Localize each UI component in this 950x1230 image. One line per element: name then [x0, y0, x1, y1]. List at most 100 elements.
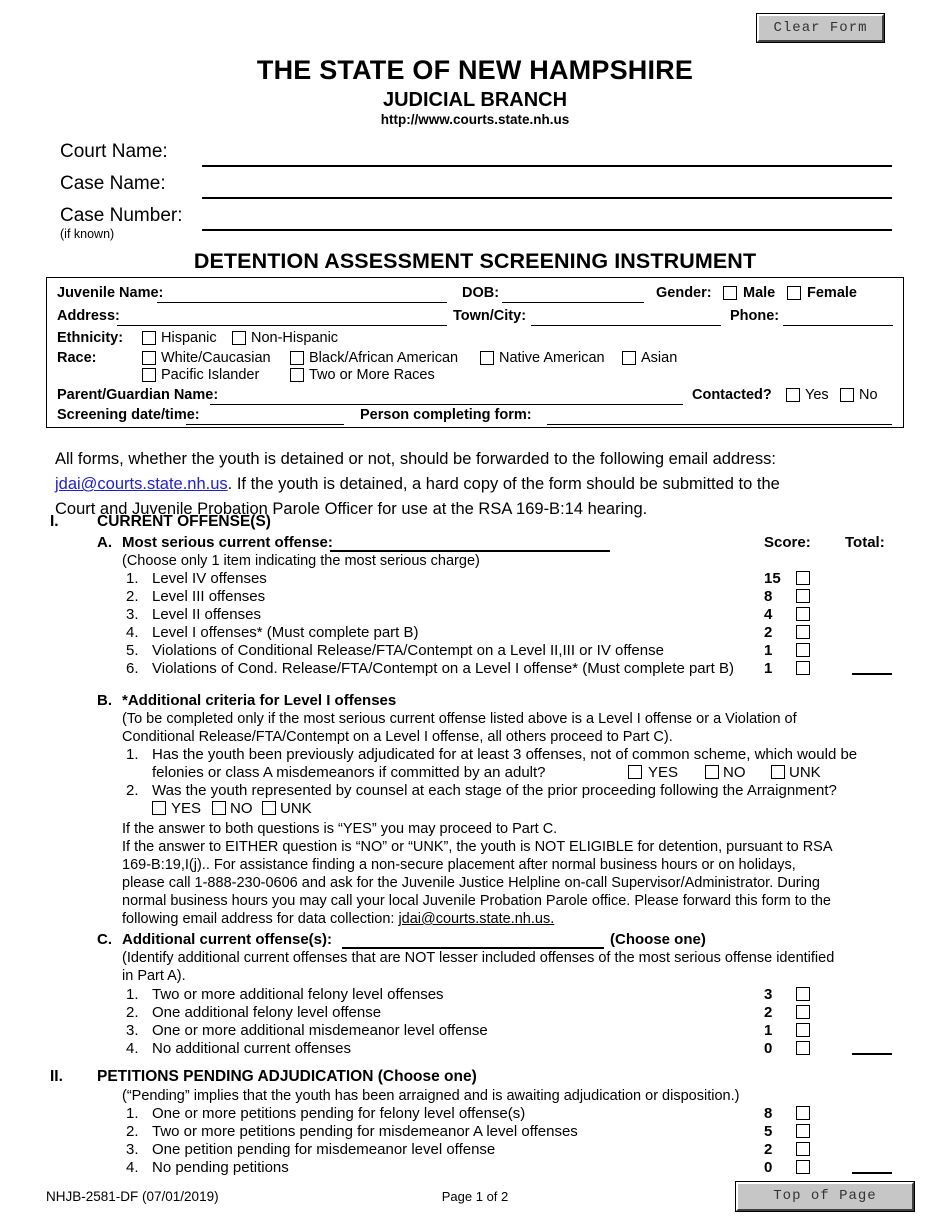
- part-c-item-3-label: One or more additional misdemeanor level…: [152, 1022, 488, 1039]
- part-a-item-5-checkbox[interactable]: [796, 643, 810, 657]
- case-number-sublabel: (if known): [60, 227, 115, 241]
- dob-input[interactable]: [502, 302, 644, 303]
- section-2-title: PETITIONS PENDING ADJUDICATION (Choose o…: [97, 1068, 477, 1085]
- case-number-input[interactable]: [202, 229, 892, 231]
- part-c-item-1-number: 1.: [126, 986, 139, 1003]
- section-2-item-4-checkbox[interactable]: [796, 1160, 810, 1174]
- part-b-para-line-6: following email address for data collect…: [122, 910, 554, 930]
- case-name-input[interactable]: [202, 197, 892, 199]
- clear-form-button[interactable]: Clear Form: [756, 13, 885, 43]
- part-a-item-5-number: 5.: [126, 642, 139, 659]
- part-c-item-2-score: 2: [764, 1004, 773, 1021]
- part-b-para-line-2: If the answer to EITHER question is “NO”…: [122, 839, 833, 855]
- contacted-no-checkbox[interactable]: [840, 388, 854, 402]
- screening-datetime-label: Screening date/time:: [57, 407, 200, 423]
- jdai-email-link[interactable]: jdai@courts.state.nh.us: [55, 475, 228, 493]
- part-a-item-4-number: 4.: [126, 624, 139, 641]
- juvenile-info-box: Juvenile Name: DOB: Gender: Male Female …: [46, 277, 904, 428]
- part-c-title: Additional current offense(s):: [122, 931, 333, 948]
- ethnicity-non-hispanic-checkbox[interactable]: [232, 331, 246, 345]
- address-input[interactable]: [117, 325, 447, 326]
- part-c-item-4-checkbox[interactable]: [796, 1041, 810, 1055]
- section-2-item-2-number: 2.: [126, 1123, 139, 1140]
- race-native-american-checkbox[interactable]: [480, 351, 494, 365]
- race-native-american-label: Native American: [499, 350, 605, 366]
- race-white-checkbox[interactable]: [142, 351, 156, 365]
- phone-label: Phone:: [730, 308, 780, 324]
- part-c-total-input[interactable]: [852, 1053, 892, 1055]
- part-a-item-4-checkbox[interactable]: [796, 625, 810, 639]
- part-c-item-1-score: 3: [764, 986, 773, 1003]
- part-b-q1-unk-checkbox[interactable]: [771, 765, 785, 779]
- court-name-input[interactable]: [202, 165, 892, 167]
- parent-guardian-label: Parent/Guardian Name:: [57, 387, 219, 403]
- jdai-email-link-2[interactable]: jdai@courts.state.nh.us.: [398, 911, 554, 927]
- town-city-input[interactable]: [531, 325, 721, 326]
- gender-male-checkbox[interactable]: [723, 286, 737, 300]
- part-c-item-3-checkbox[interactable]: [796, 1023, 810, 1037]
- screening-datetime-input[interactable]: [186, 424, 344, 425]
- ethnicity-hispanic-label: Hispanic: [161, 330, 217, 346]
- part-b-q1-yes-label: YES: [648, 764, 679, 781]
- part-b-q1-no-checkbox[interactable]: [705, 765, 719, 779]
- contacted-yes-checkbox[interactable]: [786, 388, 800, 402]
- part-a-item-1-number: 1.: [126, 570, 139, 587]
- section-2-item-3-checkbox[interactable]: [796, 1142, 810, 1156]
- parent-guardian-input[interactable]: [210, 404, 683, 405]
- part-a-item-1-label: Level IV offenses: [152, 570, 267, 587]
- dob-label: DOB:: [462, 285, 500, 301]
- part-b-para-line-4: please call 1-888-230-0606 and ask for t…: [122, 875, 820, 891]
- race-black-checkbox[interactable]: [290, 351, 304, 365]
- part-b-q2-unk-checkbox[interactable]: [262, 801, 276, 815]
- part-c-item-3-score: 1: [764, 1022, 773, 1039]
- part-c-item-1-label: Two or more additional felony level offe…: [152, 986, 444, 1003]
- part-b-q2-yes-checkbox[interactable]: [152, 801, 166, 815]
- address-label: Address:: [57, 308, 120, 324]
- section-1-numeral: I.: [50, 513, 59, 530]
- section-2-item-3-label: One petition pending for misdemeanor lev…: [152, 1141, 496, 1158]
- ethnicity-label: Ethnicity:: [57, 330, 124, 346]
- top-of-page-button[interactable]: Top of Page: [735, 1181, 915, 1212]
- race-pacific-islander-checkbox[interactable]: [142, 368, 156, 382]
- part-c-item-2-checkbox[interactable]: [796, 1005, 810, 1019]
- section-2-item-1-score: 8: [764, 1105, 773, 1122]
- part-a-item-3-label: Level II offenses: [152, 606, 261, 623]
- part-c-note-line-2: in Part A).: [122, 968, 186, 984]
- gender-female-checkbox[interactable]: [787, 286, 801, 300]
- race-two-or-more-checkbox[interactable]: [290, 368, 304, 382]
- ethnicity-hispanic-checkbox[interactable]: [142, 331, 156, 345]
- juvenile-name-input[interactable]: [157, 302, 447, 303]
- part-c-item-1-checkbox[interactable]: [796, 987, 810, 1001]
- part-a-item-6-checkbox[interactable]: [796, 661, 810, 675]
- contacted-label: Contacted?: [692, 387, 772, 403]
- part-a-item-3-number: 3.: [126, 606, 139, 623]
- person-completing-input[interactable]: [547, 424, 892, 425]
- part-a-item-3-score: 4: [764, 606, 773, 623]
- part-b-q2-no-checkbox[interactable]: [212, 801, 226, 815]
- race-asian-checkbox[interactable]: [622, 351, 636, 365]
- section-2-item-1-checkbox[interactable]: [796, 1106, 810, 1120]
- part-a-total-input[interactable]: [852, 673, 892, 675]
- part-b-q1-yes-checkbox[interactable]: [628, 765, 642, 779]
- section-2-item-3-number: 3.: [126, 1141, 139, 1158]
- part-b-para-line-3: 169-B:19,I(j).. For assistance finding a…: [122, 857, 796, 873]
- part-b-para-line-6-text: following email address for data collect…: [122, 911, 399, 927]
- phone-input[interactable]: [783, 325, 893, 326]
- contacted-yes-label: Yes: [805, 387, 829, 403]
- part-c-letter: C.: [97, 931, 112, 948]
- page-title: DETENTION ASSESSMENT SCREENING INSTRUMEN…: [193, 249, 757, 273]
- section-2-item-4-score: 0: [764, 1159, 773, 1176]
- part-a-item-2-checkbox[interactable]: [796, 589, 810, 603]
- part-a-item-2-score: 8: [764, 588, 773, 605]
- gender-label: Gender:: [656, 285, 712, 301]
- part-b-q1-unk-label: UNK: [789, 764, 821, 781]
- section-2-item-2-checkbox[interactable]: [796, 1124, 810, 1138]
- part-a-item-3-checkbox[interactable]: [796, 607, 810, 621]
- part-b-q1-line-1: Has the youth been previously adjudicate…: [152, 746, 858, 763]
- section-2-total-input[interactable]: [852, 1172, 892, 1174]
- case-name-label: Case Name:: [60, 173, 166, 194]
- court-website-url: http://www.courts.state.nh.us: [380, 112, 570, 127]
- section-2-note: (“Pending” implies that the youth has be…: [122, 1088, 740, 1104]
- section-2-item-2-score: 5: [764, 1123, 773, 1140]
- part-a-item-1-checkbox[interactable]: [796, 571, 810, 585]
